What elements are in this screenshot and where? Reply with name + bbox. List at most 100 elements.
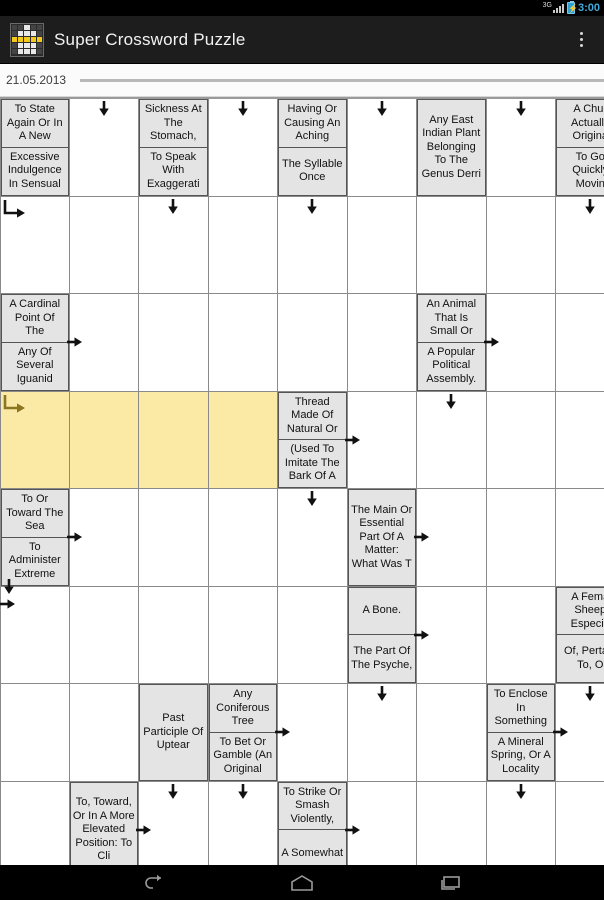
crossword-clue-cell[interactable]: Having Or Causing An Aching The Syllable …	[278, 99, 348, 197]
crossword-cell[interactable]	[208, 294, 278, 392]
crossword-cell[interactable]	[278, 196, 348, 294]
clue-text-primary: A Chur Actually Origina	[570, 103, 604, 143]
crossword-clue-cell[interactable]: Sickness At The Stomach, To Speak With Ex…	[139, 99, 209, 197]
crossword-cell[interactable]	[208, 586, 278, 684]
crossword-cell[interactable]	[417, 684, 487, 782]
arrow-right-icon	[483, 334, 499, 348]
crossword-grid-container[interactable]: To State Again Or In A New Excessive Indu…	[0, 97, 604, 865]
crossword-clue-cell[interactable]: To State Again Or In A New Excessive Indu…	[0, 99, 70, 197]
crossword-cell[interactable]	[139, 196, 209, 294]
clue-box[interactable]: Having Or Causing An Aching The Syllable …	[278, 99, 347, 196]
crossword-clue-cell[interactable]: To Or Toward The Sea To Administer Extrem…	[0, 489, 82, 587]
crossword-clue-cell[interactable]: To Enclose In Something A Mineral Spring,…	[486, 684, 568, 782]
arrow-down-icon	[305, 198, 319, 214]
crossword-cell[interactable]	[556, 196, 604, 294]
crossword-cell[interactable]	[486, 196, 556, 294]
crossword-clue-cell[interactable]: Past Participle Of Uptear	[139, 684, 209, 782]
clue-box[interactable]: A Cardinal Point Of The Any Of Several Ig…	[1, 294, 69, 391]
crossword-clue-cell[interactable]: An Animal That Is Small Or A Popular Poli…	[417, 294, 499, 392]
crossword-cell[interactable]	[208, 489, 278, 587]
clue-box[interactable]: Any Coniferous Tree To Bet Or Gamble (An …	[208, 684, 277, 781]
clue-text-secondary: To Bet Or Gamble (An Original	[209, 731, 276, 780]
arrow-down-icon	[444, 393, 458, 409]
clue-text-primary: A Cardinal Point Of The	[9, 298, 61, 338]
arrow-right-icon	[136, 822, 151, 836]
crossword-cell-selected[interactable]	[208, 391, 278, 489]
clue-text-primary: To State Again Or In A New	[6, 103, 63, 143]
crossword-cell[interactable]	[278, 294, 348, 392]
home-icon[interactable]	[282, 869, 322, 897]
crossword-grid[interactable]: To State Again Or In A New Excessive Indu…	[0, 99, 604, 865]
crossword-cell[interactable]	[556, 294, 604, 392]
crossword-cell[interactable]	[69, 684, 139, 782]
clue-box[interactable]: To Or Toward The Sea To Administer Extrem…	[1, 489, 69, 586]
clue-box[interactable]: Sickness At The Stomach, To Speak With Ex…	[139, 99, 208, 196]
arrow-down-icon	[236, 101, 250, 116]
clue-box[interactable]: To Strike Or Smash Violently, A Somewhat	[278, 781, 347, 865]
crossword-cell[interactable]	[0, 578, 70, 684]
crossword-cell[interactable]	[486, 489, 556, 587]
clue-box[interactable]: Thread Made Of Natural Or (Used To Imitat…	[278, 391, 347, 488]
crossword-clue-cell[interactable]: A Bone. The Part Of The Psyche,	[347, 586, 429, 684]
overflow-menu-icon[interactable]	[564, 20, 598, 60]
crossword-clue-cell[interactable]: To, Toward, Or In A More Elevated Positi…	[69, 781, 151, 865]
crossword-clue-cell[interactable]: The Main Or Essential Part Of A Matter: …	[347, 489, 429, 587]
crossword-clue-cell[interactable]: Any East Indian Plant Belonging To The G…	[417, 99, 487, 197]
clue-box[interactable]: To State Again Or In A New Excessive Indu…	[1, 99, 69, 196]
crossword-cell[interactable]	[139, 586, 209, 684]
clue-text-primary: To Strike Or Smash Violently,	[283, 785, 342, 825]
crossword-cell[interactable]	[556, 391, 604, 489]
crossword-cell[interactable]	[208, 196, 278, 294]
crossword-cell-selected[interactable]	[139, 391, 209, 489]
arrow-down-and-right-icon	[0, 577, 26, 613]
crossword-cell-selected[interactable]	[69, 391, 139, 489]
crossword-cell[interactable]	[139, 489, 209, 587]
crossword-cell[interactable]	[556, 781, 604, 865]
arrow-down-icon	[166, 783, 180, 799]
clue-box[interactable]: An Animal That Is Small Or A Popular Poli…	[417, 294, 486, 391]
crossword-cell[interactable]	[69, 586, 139, 684]
back-arrow-icon[interactable]	[134, 869, 174, 897]
crossword-cell[interactable]	[0, 196, 70, 294]
crossword-clue-cell[interactable]: Thread Made Of Natural Or (Used To Imitat…	[278, 391, 360, 489]
crossword-cell[interactable]	[0, 781, 70, 865]
crossword-cell[interactable]	[208, 781, 278, 865]
clue-box[interactable]: A Chur Actually OriginaTo Go Quickly Mov…	[556, 99, 604, 196]
crossword-clue-cell[interactable]: To Strike Or Smash Violently, A Somewhat	[278, 781, 360, 865]
crossword-cell[interactable]	[486, 781, 556, 865]
crossword-clue-cell[interactable]: A Chur Actually OriginaTo Go Quickly Mov…	[556, 99, 604, 197]
arrow-right-icon	[344, 822, 360, 836]
crossword-cell[interactable]	[347, 294, 417, 392]
recent-apps-icon[interactable]	[430, 869, 470, 897]
crossword-cell[interactable]	[486, 99, 556, 197]
clue-box[interactable]: Any East Indian Plant Belonging To The G…	[417, 99, 486, 196]
clue-box[interactable]: To, Toward, Or In A More Elevated Positi…	[69, 781, 138, 865]
crossword-clue-cell[interactable]: Any Coniferous Tree To Bet Or Gamble (An …	[208, 684, 290, 782]
clue-box[interactable]: Past Participle Of Uptear	[139, 684, 208, 781]
clue-box[interactable]: A Bone. The Part Of The Psyche,	[347, 586, 416, 683]
crossword-cell[interactable]	[417, 781, 487, 865]
clue-box[interactable]: To Enclose In Something A Mineral Spring,…	[486, 684, 555, 781]
crossword-cell[interactable]	[0, 684, 70, 782]
crossword-cell[interactable]	[69, 196, 139, 294]
crossword-cell[interactable]	[208, 99, 278, 197]
crossword-cell[interactable]	[417, 196, 487, 294]
arrow-down-icon	[375, 686, 389, 701]
crossword-cell[interactable]	[347, 684, 417, 782]
crossword-cell[interactable]	[69, 99, 139, 197]
crossword-cell[interactable]	[556, 489, 604, 587]
clue-text-secondary: Any Of Several Iguanid	[2, 341, 68, 390]
crossword-cell[interactable]	[139, 294, 209, 392]
crossword-cell[interactable]	[486, 586, 556, 684]
crossword-cell-selected[interactable]	[0, 391, 70, 489]
clue-box[interactable]: The Main Or Essential Part Of A Matter: …	[347, 489, 416, 586]
crossword-cell[interactable]	[278, 489, 348, 587]
crossword-clue-cell[interactable]: A Fema Sheep Especia Of, Pertain To, O	[556, 586, 604, 684]
crossword-cell[interactable]	[417, 391, 487, 489]
crossword-clue-cell[interactable]: A Cardinal Point Of The Any Of Several Ig…	[0, 294, 82, 392]
crossword-cell[interactable]	[347, 196, 417, 294]
crossword-cell[interactable]	[278, 586, 348, 684]
crossword-cell[interactable]	[486, 391, 556, 489]
clue-box[interactable]: A Fema Sheep Especia Of, Pertain To, O	[556, 586, 604, 683]
crossword-cell[interactable]	[347, 99, 417, 197]
